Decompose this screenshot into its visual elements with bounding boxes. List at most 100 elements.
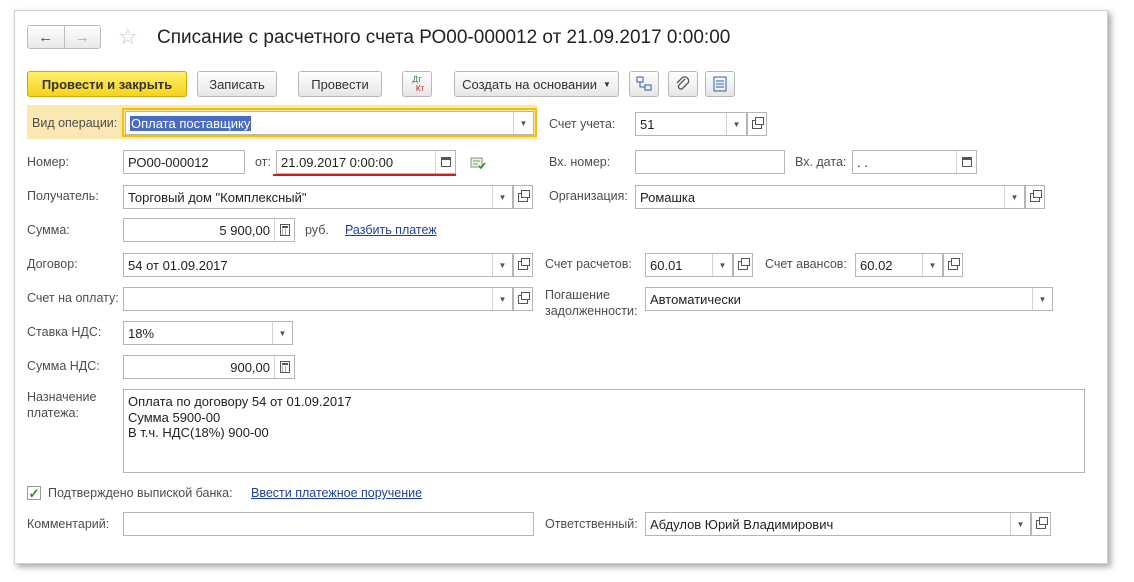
calendar-icon	[440, 157, 451, 167]
purpose-label-line1: Назначение	[27, 390, 97, 404]
forward-button[interactable]: →	[63, 26, 101, 48]
comment-field[interactable]	[123, 512, 534, 536]
recipient-label: Получатель:	[27, 189, 99, 203]
purpose-textarea[interactable]: Оплата по договору 54 от 01.09.2017 Сумм…	[123, 389, 1085, 473]
dt-label: Дт	[412, 75, 422, 84]
in-date-field[interactable]: . .	[852, 150, 977, 174]
invoice-open-button[interactable]	[513, 287, 533, 311]
repayment-select[interactable]: Автоматически ▼	[645, 287, 1053, 311]
chevron-down-icon[interactable]: ▼	[492, 186, 512, 208]
calculator-icon	[279, 361, 290, 373]
in-number-label: Вх. номер:	[549, 155, 611, 169]
in-date-value: . .	[857, 154, 868, 170]
vat-rate-select[interactable]: 18% ▼	[123, 321, 293, 345]
paperclip-icon	[676, 76, 690, 90]
contract-select[interactable]: 54 от 01.09.2017 ▼	[123, 253, 513, 277]
organization-open-button[interactable]	[1025, 185, 1045, 209]
calendar-button[interactable]	[956, 151, 976, 173]
nav-buttons: ← →	[27, 25, 101, 49]
organization-select[interactable]: Ромашка ▼	[635, 185, 1025, 209]
number-value: РО00-000012	[128, 154, 209, 170]
repayment-value: Автоматически	[650, 291, 741, 307]
chevron-down-icon[interactable]: ▼	[1010, 513, 1030, 535]
purpose-line: Оплата по договору 54 от 01.09.2017	[128, 394, 352, 409]
save-button[interactable]: Записать	[197, 71, 277, 97]
chevron-down-icon[interactable]: ▼	[492, 288, 512, 310]
repayment-label-line1: Погашение	[545, 288, 610, 302]
open-form-icon	[518, 189, 530, 202]
date-field[interactable]: 21.09.2017 0:00:00	[276, 150, 456, 174]
operation-type-label: Вид операции:	[32, 116, 118, 130]
currency-label: руб.	[305, 223, 329, 237]
favorite-star-icon[interactable]: ☆	[118, 24, 138, 50]
open-form-icon	[1036, 516, 1048, 529]
calculator-button[interactable]	[274, 219, 294, 241]
calendar-icon	[961, 157, 972, 167]
amount-value: 5 900,00	[219, 222, 270, 238]
open-form-icon	[518, 257, 530, 270]
kt-label: Кт	[415, 84, 425, 93]
confirmed-label: Подтверждено выпиской банка:	[48, 486, 233, 500]
settlement-account-value: 60.01	[650, 257, 683, 273]
contract-label: Договор:	[27, 257, 78, 271]
settlement-account-select[interactable]: 60.01 ▼	[645, 253, 733, 277]
advance-account-select[interactable]: 60.02 ▼	[855, 253, 943, 277]
operation-type-select[interactable]: Оплата поставщику ▼	[125, 111, 534, 135]
recipient-select[interactable]: Торговый дом "Комплексный" ▼	[123, 185, 513, 209]
number-label: Номер:	[27, 155, 69, 169]
settlement-account-open-button[interactable]	[733, 253, 753, 277]
confirmed-checkbox[interactable]: ✓	[27, 486, 41, 500]
purpose-line: В т.ч. НДС(18%) 900-00	[128, 425, 269, 440]
print-list-button[interactable]	[705, 71, 735, 97]
purpose-label: Назначение платежа:	[27, 389, 96, 421]
open-form-icon	[948, 257, 960, 270]
structure-icon	[636, 76, 652, 91]
chevron-down-icon[interactable]: ▼	[492, 254, 512, 276]
advance-account-value: 60.02	[860, 257, 893, 273]
responsible-select[interactable]: Абдулов Юрий Владимирович ▼	[645, 512, 1031, 536]
chevron-down-icon[interactable]: ▼	[513, 112, 533, 134]
contract-value: 54 от 01.09.2017	[128, 257, 228, 273]
attach-button[interactable]	[668, 71, 698, 97]
open-form-icon	[738, 257, 750, 270]
calculator-icon	[279, 224, 290, 236]
post-button[interactable]: Провести	[298, 71, 382, 97]
date-check-icon[interactable]	[470, 156, 486, 173]
vat-amount-value: 900,00	[230, 359, 270, 375]
account-open-button[interactable]	[747, 112, 767, 136]
structure-button[interactable]	[629, 71, 659, 97]
vat-amount-field[interactable]: 900,00	[123, 355, 295, 379]
account-select[interactable]: 51 ▼	[635, 112, 747, 136]
invoice-label: Счет на оплату:	[27, 291, 119, 305]
organization-label: Организация:	[549, 189, 628, 203]
page-title: Списание с расчетного счета РО00-000012 …	[157, 27, 731, 48]
responsible-value: Абдулов Юрий Владимирович	[650, 516, 834, 532]
dt-kt-button[interactable]: Дт Кт	[402, 71, 432, 97]
recipient-open-button[interactable]	[513, 185, 533, 209]
advance-account-open-button[interactable]	[943, 253, 963, 277]
create-based-on-button[interactable]: Создать на основании ▼	[454, 71, 619, 97]
invoice-select[interactable]: ▼	[123, 287, 513, 311]
purpose-line: Сумма 5900-00	[128, 409, 221, 425]
chevron-down-icon[interactable]: ▼	[712, 254, 732, 276]
chevron-down-icon[interactable]: ▼	[922, 254, 942, 276]
date-highlight-underline	[273, 174, 456, 176]
open-form-icon	[518, 291, 530, 304]
in-number-field[interactable]	[635, 150, 785, 174]
chevron-down-icon[interactable]: ▼	[272, 322, 292, 344]
contract-open-button[interactable]	[513, 253, 533, 277]
chevron-down-icon: ▼	[602, 79, 611, 89]
split-payment-link[interactable]: Разбить платеж	[345, 223, 437, 237]
amount-field[interactable]: 5 900,00	[123, 218, 295, 242]
calendar-button[interactable]	[435, 151, 455, 173]
chevron-down-icon[interactable]: ▼	[726, 113, 746, 135]
number-field[interactable]: РО00-000012	[123, 150, 245, 174]
calculator-button[interactable]	[274, 356, 294, 378]
chevron-down-icon[interactable]: ▼	[1032, 288, 1052, 310]
post-and-close-button[interactable]: Провести и закрыть	[27, 71, 187, 97]
back-button[interactable]: ←	[28, 26, 64, 48]
responsible-open-button[interactable]	[1031, 512, 1051, 536]
create-based-on-label: Создать на основании	[462, 76, 597, 92]
enter-payment-order-link[interactable]: Ввести платежное поручение	[251, 486, 422, 500]
chevron-down-icon[interactable]: ▼	[1004, 186, 1024, 208]
